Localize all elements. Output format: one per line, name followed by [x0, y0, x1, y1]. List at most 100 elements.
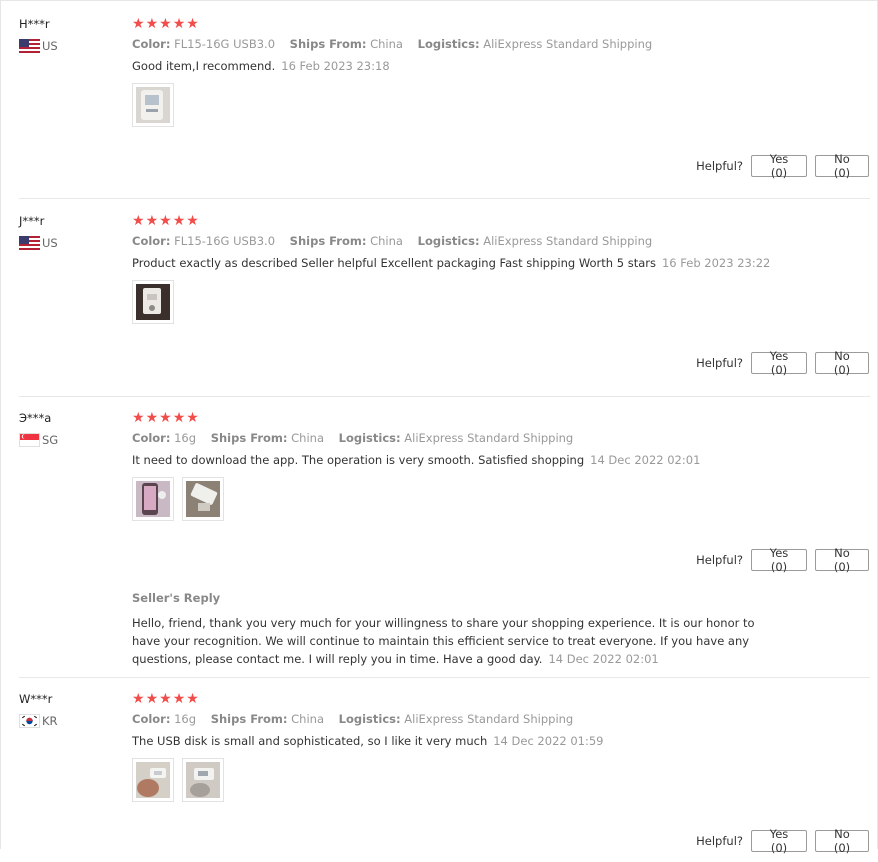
star-icon: ★: [145, 16, 159, 32]
review-photos: [132, 477, 224, 521]
color-value: 16g: [174, 712, 197, 726]
helpful-no-button[interactable]: No (0): [815, 827, 869, 855]
helpful-label: Helpful?: [696, 356, 743, 370]
photo-thumbnail-icon: [136, 284, 170, 320]
color-value: FL15-16G USB3.0: [174, 37, 276, 51]
review-photos: [132, 758, 224, 802]
helpful-row: Helpful? Yes (0) No (0): [696, 152, 869, 180]
logistics-value: AliExpress Standard Shipping: [483, 37, 653, 51]
review-photo[interactable]: [132, 280, 174, 324]
star-rating: ★ ★ ★ ★ ★: [132, 692, 199, 706]
helpful-yes-button[interactable]: Yes (0): [751, 152, 807, 180]
star-icon: ★: [186, 213, 199, 229]
divider: [19, 677, 870, 678]
star-icon: ★: [145, 213, 159, 229]
ships-from-value: China: [291, 712, 324, 726]
review-content: Good item,I recommend.: [132, 59, 276, 73]
user-name: Э***a: [19, 411, 52, 425]
ships-from-value: China: [370, 234, 403, 248]
star-icon: ★: [132, 691, 145, 707]
country-code: US: [42, 236, 58, 250]
review-text: Product exactly as described Seller help…: [132, 256, 770, 270]
user-country: KR: [19, 714, 58, 728]
seller-reply-date: 14 Dec 2022 02:01: [548, 652, 659, 666]
review-item: Э***a SG ★ ★ ★ ★ ★ Color: 16g Ships From: Ch…: [19, 411, 869, 671]
star-icon: ★: [186, 691, 199, 707]
review-photo[interactable]: [182, 758, 224, 802]
star-icon: ★: [132, 16, 145, 32]
review-text: Good item,I recommend. 16 Feb 2023 23:18: [132, 59, 390, 73]
country-code: KR: [42, 714, 58, 728]
review-item: J***r US ★ ★ ★ ★ ★ Color: FL15-16G USB3.0 Sh…: [19, 214, 869, 384]
star-icon: ★: [186, 410, 199, 426]
helpful-yes-button[interactable]: Yes (0): [751, 827, 807, 855]
review-item: H***r US ★ ★ ★ ★ ★ Color: FL15-16G USB3.0 Sh…: [19, 17, 869, 187]
review-photo[interactable]: [132, 758, 174, 802]
reviews-panel: H***r US ★ ★ ★ ★ ★ Color: FL15-16G USB3.0 Sh…: [0, 0, 878, 855]
star-icon: ★: [159, 691, 172, 707]
helpful-label: Helpful?: [696, 834, 743, 848]
helpful-no-button[interactable]: No (0): [815, 546, 869, 574]
photo-thumbnail-icon: [186, 762, 220, 798]
helpful-yes-button[interactable]: Yes (0): [751, 546, 807, 574]
helpful-no-button[interactable]: No (0): [815, 349, 869, 377]
logistics-label: Logistics:: [338, 431, 401, 445]
logistics-label: Logistics:: [417, 37, 480, 51]
photo-thumbnail-icon: [136, 762, 170, 798]
ships-from-value: China: [291, 431, 324, 445]
review-photo[interactable]: [182, 477, 224, 521]
us-flag-icon: [19, 236, 40, 250]
star-icon: ★: [172, 16, 186, 32]
ships-from-label: Ships From:: [289, 234, 367, 248]
review-date: 14 Dec 2022 02:01: [590, 453, 701, 467]
us-flag-icon: [19, 39, 40, 53]
review-content: Product exactly as described Seller help…: [132, 256, 656, 270]
user-name: H***r: [19, 17, 50, 31]
star-icon: ★: [172, 213, 186, 229]
helpful-row: Helpful? Yes (0) No (0): [696, 349, 869, 377]
review-meta: Color: 16g Ships From: China Logistics: …: [132, 431, 584, 445]
review-photo[interactable]: [132, 83, 174, 127]
star-icon: ★: [145, 691, 159, 707]
color-value: 16g: [174, 431, 197, 445]
star-icon: ★: [186, 16, 199, 32]
country-code: SG: [42, 433, 59, 447]
divider: [19, 198, 870, 199]
ships-from-value: China: [370, 37, 403, 51]
review-text: It need to download the app. The operati…: [132, 453, 700, 467]
review-date: 16 Feb 2023 23:22: [661, 256, 771, 270]
star-icon: ★: [132, 410, 145, 426]
color-label: Color:: [132, 37, 171, 51]
logistics-value: AliExpress Standard Shipping: [404, 431, 574, 445]
helpful-yes-button[interactable]: Yes (0): [751, 349, 807, 377]
logistics-value: AliExpress Standard Shipping: [483, 234, 653, 248]
review-date: 16 Feb 2023 23:18: [281, 59, 390, 73]
color-label: Color:: [132, 712, 171, 726]
star-rating: ★ ★ ★ ★ ★: [132, 17, 199, 31]
star-icon: ★: [159, 213, 172, 229]
logistics-value: AliExpress Standard Shipping: [404, 712, 574, 726]
color-label: Color:: [132, 431, 171, 445]
review-meta: Color: FL15-16G USB3.0 Ships From: China…: [132, 37, 663, 51]
review-content: It need to download the app. The operati…: [132, 453, 585, 467]
star-rating: ★ ★ ★ ★ ★: [132, 214, 199, 228]
seller-reply-line: have your recognition. We will continue …: [132, 634, 750, 648]
star-icon: ★: [172, 691, 186, 707]
color-label: Color:: [132, 234, 171, 248]
seller-reply-title: Seller's Reply: [132, 591, 221, 605]
seller-reply-line: Hello, friend, thank you very much for y…: [132, 616, 755, 630]
divider: [19, 396, 870, 397]
sg-flag-icon: [19, 433, 40, 447]
review-item: W***r KR ★ ★ ★ ★ ★ Color: 16g Ships From…: [19, 692, 869, 862]
user-name: W***r: [19, 692, 53, 706]
helpful-label: Helpful?: [696, 159, 743, 173]
seller-reply-text: Hello, friend, thank you very much for y…: [132, 614, 755, 668]
ships-from-label: Ships From:: [210, 712, 288, 726]
review-photo[interactable]: [132, 477, 174, 521]
seller-reply: Seller's Reply Hello, friend, thank you …: [132, 591, 755, 668]
helpful-no-button[interactable]: No (0): [815, 152, 869, 180]
star-rating: ★ ★ ★ ★ ★: [132, 411, 199, 425]
review-date: 14 Dec 2022 01:59: [493, 734, 604, 748]
star-icon: ★: [172, 410, 186, 426]
country-code: US: [42, 39, 58, 53]
